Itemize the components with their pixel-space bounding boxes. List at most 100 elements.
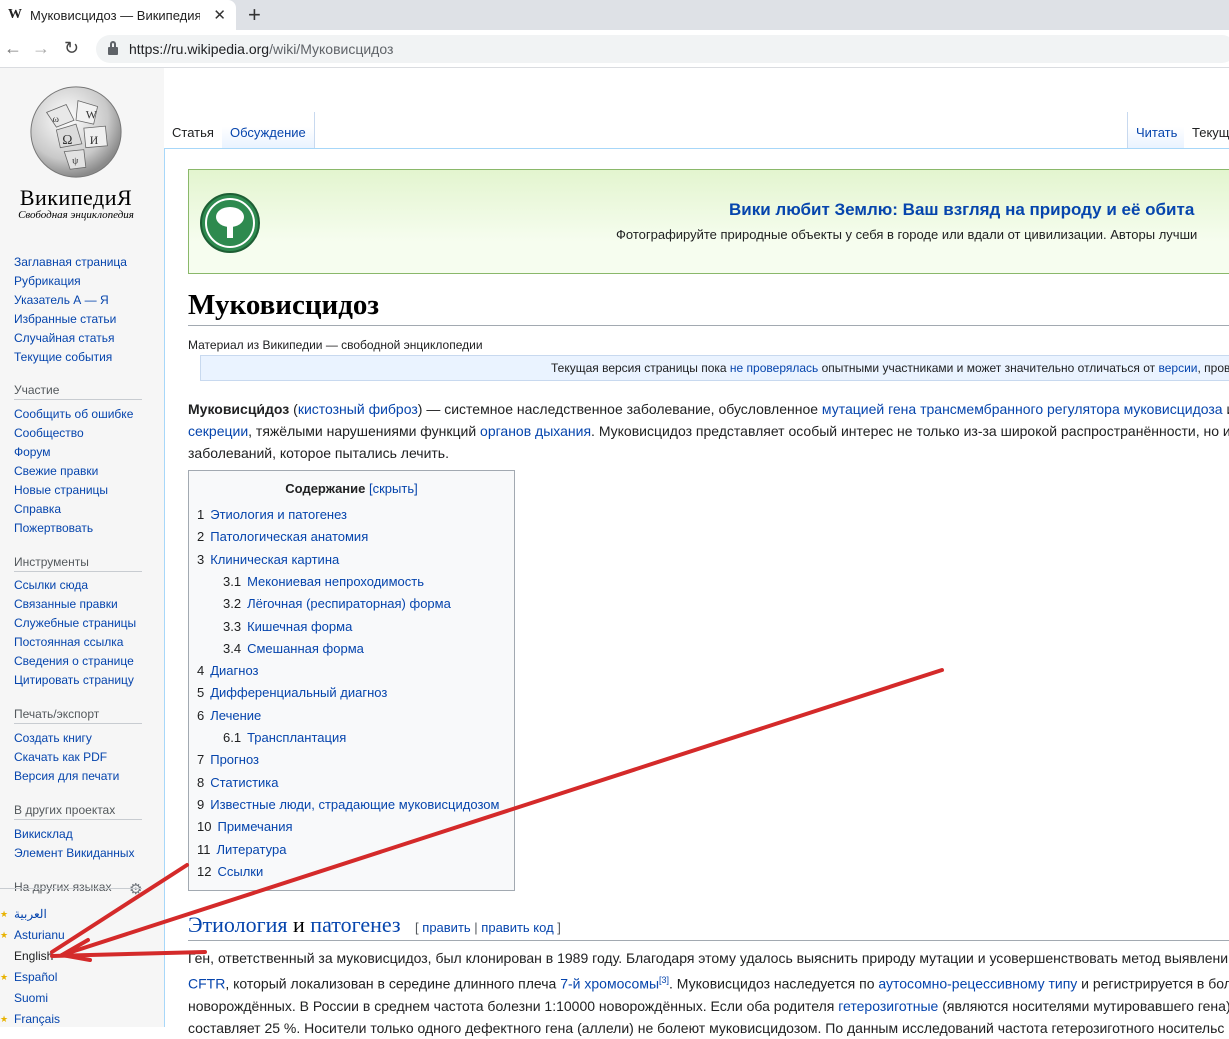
toc-entry[interactable]: 11 Литература: [197, 842, 286, 857]
toc-entry[interactable]: 10 Примечания: [197, 819, 293, 834]
toc-entry[interactable]: 3.4 Смешанная форма: [223, 641, 364, 656]
edit-link[interactable]: править: [422, 920, 470, 935]
secretion-link[interactable]: секреции: [188, 423, 248, 439]
project-commons[interactable]: Викисклад: [14, 827, 73, 841]
mutation-link[interactable]: мутацией: [822, 401, 884, 417]
tab-current-version[interactable]: Текущ: [1184, 112, 1229, 148]
toc-entry[interactable]: 8 Статистика: [197, 775, 279, 790]
toc-entry-link[interactable]: Дифференциальный диагноз: [210, 685, 387, 700]
toc-entry-link[interactable]: Лечение: [210, 708, 261, 723]
cftr-gene-link[interactable]: гена трансмембранного регулятора муковис…: [888, 401, 1222, 417]
toc-hide-toggle[interactable]: [скрыть]: [369, 481, 418, 496]
tab-article[interactable]: Статья: [164, 112, 223, 148]
not-reviewed-link[interactable]: не проверялась: [730, 361, 818, 375]
toc-entry-link[interactable]: Клиническая картина: [210, 552, 339, 567]
print-export-list: Создать книгу Скачать как PDF Версия для…: [14, 729, 119, 786]
tab-talk[interactable]: Обсуждение: [222, 112, 315, 148]
nav-random[interactable]: Случайная статья: [14, 331, 114, 345]
project-wikidata[interactable]: Элемент Викиданных: [14, 846, 135, 860]
nav-report-error[interactable]: Сообщить об ошибке: [14, 407, 133, 421]
toc-entry-link[interactable]: Литература: [217, 842, 287, 857]
forward-arrow-icon[interactable]: →: [32, 38, 50, 59]
toc-entry[interactable]: 6.1 Трансплантация: [223, 730, 346, 745]
toc-entry[interactable]: 7 Прогноз: [197, 752, 259, 767]
nav-donate[interactable]: Пожертвовать: [14, 521, 93, 535]
chromosome-7-link[interactable]: 7-й хромосомы: [560, 976, 659, 992]
heterozygous-link[interactable]: гетерозиготные: [838, 998, 938, 1014]
print-download-pdf[interactable]: Скачать как PDF: [14, 750, 107, 764]
toc-entry-link[interactable]: Смешанная форма: [247, 641, 364, 656]
nav-categories[interactable]: Рубрикация: [14, 274, 81, 288]
toc-entry[interactable]: 5 Дифференциальный диагноз: [197, 685, 387, 700]
toc-entry-link[interactable]: Патологическая анатомия: [210, 529, 368, 544]
nav-new-pages[interactable]: Новые страницы: [14, 483, 108, 497]
nav-current-events[interactable]: Текущие события: [14, 350, 112, 364]
nav-community[interactable]: Сообщество: [14, 426, 84, 440]
tree-icon: [200, 193, 260, 253]
campaign-banner[interactable]: Вики любит Землю: Ваш взгляд на природу …: [188, 169, 1229, 274]
tool-related-changes[interactable]: Связанные правки: [14, 597, 118, 611]
version-link[interactable]: версии: [1158, 361, 1197, 375]
back-arrow-icon[interactable]: ←: [4, 38, 22, 59]
lang-finnish[interactable]: Suomi: [14, 991, 48, 1005]
autosomal-recessive-link[interactable]: аутосомно-рецессивному типу: [878, 976, 1077, 992]
toc-entry[interactable]: 3.1 Мекониевая непроходимость: [223, 574, 424, 589]
tool-cite-page[interactable]: Цитировать страницу: [14, 673, 134, 687]
tool-special-pages[interactable]: Служебные страницы: [14, 616, 136, 630]
toc-entry[interactable]: 1 Этиология и патогенез: [197, 507, 347, 522]
edit-source-link[interactable]: править код: [481, 920, 553, 935]
toc-entry-link[interactable]: Мекониевая непроходимость: [247, 574, 424, 589]
lang-asturian[interactable]: Asturianu: [14, 928, 65, 942]
toc-entry[interactable]: 3 Клиническая картина: [197, 552, 339, 567]
etiology-link[interactable]: Этиология: [188, 912, 288, 937]
toc-entry[interactable]: 3.3 Кишечная форма: [223, 619, 352, 634]
lang-french[interactable]: Français: [14, 1012, 60, 1026]
print-create-book[interactable]: Создать книгу: [14, 731, 92, 745]
toc-entry[interactable]: 12 Ссылки: [197, 864, 263, 879]
lang-spanish[interactable]: Español: [14, 970, 57, 984]
toc-entry[interactable]: 3.2 Лёгочная (респираторная) форма: [223, 596, 451, 611]
tool-permanent-link[interactable]: Постоянная ссылка: [14, 635, 123, 649]
nav-recent-changes[interactable]: Свежие правки: [14, 464, 98, 478]
respiratory-organs-link[interactable]: органов дыхания: [480, 423, 591, 439]
nav-main-page[interactable]: Заглавная страница: [14, 255, 127, 269]
toc-entry[interactable]: 4 Диагноз: [197, 663, 259, 678]
toc-entry-link[interactable]: Трансплантация: [247, 730, 346, 745]
tab-read[interactable]: Читать: [1127, 112, 1187, 148]
new-tab-icon[interactable]: +: [248, 2, 261, 28]
toc-entry[interactable]: 2 Патологическая анатомия: [197, 529, 368, 544]
toc-entry[interactable]: 9 Известные люди, страдающие муковисцидоз…: [197, 797, 499, 812]
cftr-link[interactable]: CFTR: [188, 976, 225, 992]
toc-entry-link[interactable]: Примечания: [217, 819, 292, 834]
tool-page-info[interactable]: Сведения о странице: [14, 654, 134, 668]
toc-entry-link[interactable]: Прогноз: [210, 752, 259, 767]
toc-entry-link[interactable]: Диагноз: [210, 663, 258, 678]
lang-arabic[interactable]: العربية: [14, 907, 47, 921]
nav-featured[interactable]: Избранные статьи: [14, 312, 116, 326]
browser-tab[interactable]: W Муковисцидоз — Википедия ✕: [0, 0, 236, 30]
reference-3[interactable]: [3]: [659, 975, 669, 985]
language-settings-gear-icon[interactable]: ⚙: [129, 880, 142, 898]
toc-entry-link[interactable]: Кишечная форма: [247, 619, 352, 634]
nav-forum[interactable]: Форум: [14, 445, 50, 459]
print-printable-version[interactable]: Версия для печати: [14, 769, 119, 783]
toc-entry-link[interactable]: Ссылки: [217, 864, 263, 879]
nav-help[interactable]: Справка: [14, 502, 61, 516]
toc-entry[interactable]: 6 Лечение: [197, 708, 261, 723]
tool-what-links-here[interactable]: Ссылки сюда: [14, 578, 88, 592]
lang-english[interactable]: English: [14, 949, 53, 963]
toc-entry-link[interactable]: Статистика: [210, 775, 278, 790]
toc-entry-link[interactable]: Лёгочная (респираторная) форма: [247, 596, 451, 611]
cystic-fibrosis-link[interactable]: кистозный фиброз: [298, 401, 418, 417]
toc-entry-link[interactable]: Этиология и патогенез: [210, 507, 347, 522]
nav-index[interactable]: Указатель А — Я: [14, 293, 109, 307]
close-tab-icon[interactable]: ✕: [213, 6, 226, 24]
banner-title[interactable]: Вики любит Землю: Ваш взгляд на природу …: [729, 200, 1194, 220]
address-bar[interactable]: https://ru.wikipedia.org/wiki/Муковисцид…: [96, 35, 1229, 63]
reload-icon[interactable]: ↻: [64, 38, 79, 59]
toc-entry-link[interactable]: Известные люди, страдающие муковисцидозо…: [210, 797, 499, 812]
pathogenesis-link[interactable]: патогенез: [310, 912, 400, 937]
url-text[interactable]: https://ru.wikipedia.org/wiki/Муковисцид…: [129, 41, 393, 57]
browser-toolbar: ← → ↻ https://ru.wikipedia.org/wiki/Муко…: [0, 30, 1229, 68]
wikipedia-logo[interactable]: Ω W И ω ψ ВикипедиЯ Свободная энциклопед…: [10, 83, 142, 223]
